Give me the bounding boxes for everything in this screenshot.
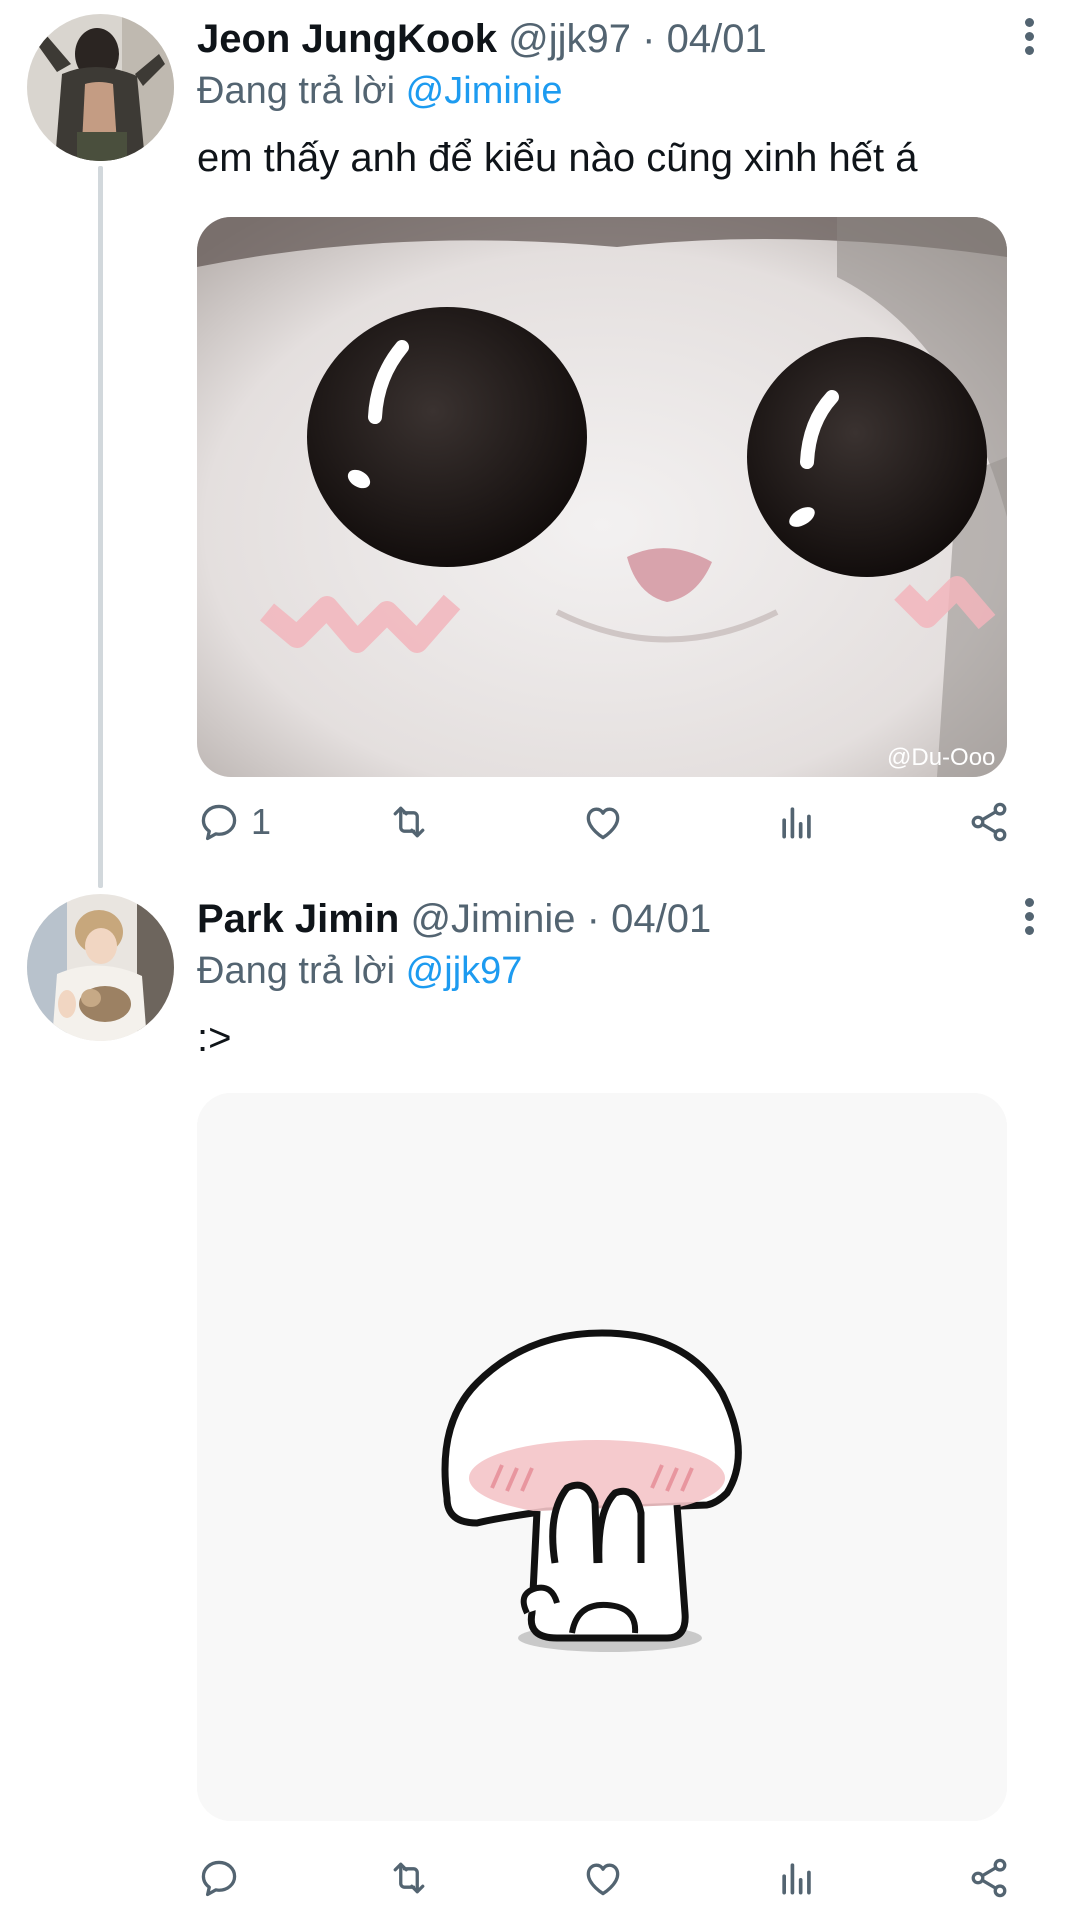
more-vertical-icon[interactable]	[1019, 18, 1039, 60]
author-handle[interactable]: @jjk97	[508, 17, 631, 61]
tweet-date[interactable]: · 04/01	[587, 897, 712, 941]
share-icon	[971, 1858, 1007, 1898]
tweet-header: Jeon JungKook @jjk97 · 04/01	[197, 14, 767, 64]
retweet-icon	[393, 1862, 425, 1894]
tweet-media-image[interactable]: @Du-Ooo	[197, 217, 1007, 777]
retweet-button[interactable]	[387, 797, 431, 847]
replying-to: Đang trả lời @jjk97	[197, 946, 522, 996]
reply-icon	[201, 1860, 237, 1897]
analytics-icon	[782, 1863, 811, 1895]
reply-mention-link[interactable]: @jjk97	[406, 950, 523, 992]
more-vertical-icon[interactable]	[1019, 898, 1039, 940]
reply-count: 1	[251, 801, 272, 842]
share-button[interactable]	[967, 1853, 1011, 1903]
reply-icon	[201, 804, 237, 841]
analytics-icon	[782, 807, 811, 839]
replying-to: Đang trả lời @Jiminie	[197, 66, 563, 116]
heart-icon	[586, 1863, 620, 1896]
reply-mention-link[interactable]: @Jiminie	[406, 70, 563, 112]
share-icon	[971, 802, 1007, 842]
avatar[interactable]	[27, 894, 174, 1041]
tweet-text: :>	[197, 1016, 232, 1060]
tweet[interactable]: Park Jimin @Jiminie · 04/01 Đang trả lời…	[0, 880, 1079, 1920]
share-button[interactable]	[967, 797, 1011, 847]
replying-to-label: Đang trả lời	[197, 70, 396, 112]
tweet-text: em thấy anh để kiểu nào cũng xinh hết á	[197, 136, 918, 180]
tweet-media-image[interactable]	[197, 1093, 1007, 1821]
analytics-button[interactable]	[775, 1853, 819, 1903]
author-name[interactable]: Jeon JungKook	[197, 17, 497, 61]
analytics-button[interactable]	[775, 797, 819, 847]
retweet-icon	[393, 806, 425, 838]
reply-button[interactable]	[197, 1853, 251, 1903]
tweet-date[interactable]: · 04/01	[642, 17, 767, 61]
author-handle[interactable]: @Jiminie	[410, 897, 575, 941]
tweet[interactable]: Jeon JungKook @jjk97 · 04/01 Đang trả lờ…	[0, 0, 1079, 880]
author-name[interactable]: Park Jimin	[197, 897, 399, 941]
media-watermark: @Du-Ooo	[887, 744, 995, 771]
avatar[interactable]	[27, 14, 174, 161]
tweet-header: Park Jimin @Jiminie · 04/01	[197, 894, 711, 944]
replying-to-label: Đang trả lời	[197, 950, 396, 992]
tweet-actions: 1	[197, 797, 1027, 847]
reply-button[interactable]: 1	[197, 797, 271, 847]
tweet-actions	[197, 1853, 1027, 1903]
like-button[interactable]	[581, 797, 625, 847]
like-button[interactable]	[581, 1853, 625, 1903]
retweet-button[interactable]	[387, 1853, 431, 1903]
heart-icon	[586, 807, 620, 840]
